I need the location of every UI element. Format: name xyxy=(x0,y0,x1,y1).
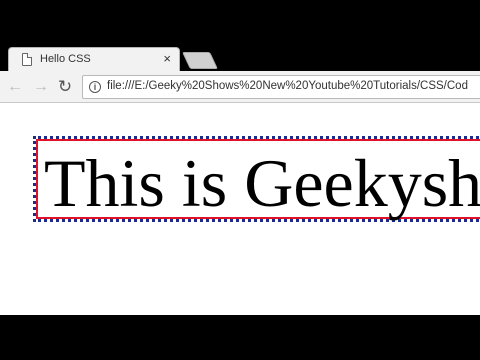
page-heading: This is Geekysh xyxy=(44,145,480,221)
info-icon[interactable]: i xyxy=(89,81,101,93)
forward-arrow-icon[interactable]: → xyxy=(31,77,51,97)
toolbar: ← → ↻ i file:///E:/Geeky%20Shows%20New%2… xyxy=(0,71,480,103)
address-bar[interactable]: i file:///E:/Geeky%20Shows%20New%20Youtu… xyxy=(82,75,480,99)
tab-title: Hello CSS xyxy=(40,53,91,65)
page-content: This is Geekysh xyxy=(0,104,480,315)
heading-outline: This is Geekysh xyxy=(33,136,480,222)
tab-strip: Hello CSS × xyxy=(0,44,480,71)
heading-border: This is Geekysh xyxy=(36,139,480,221)
url-text[interactable]: file:///E:/Geeky%20Shows%20New%20Youtube… xyxy=(107,80,468,92)
document-icon xyxy=(22,53,32,66)
tab-close-icon[interactable]: × xyxy=(163,51,171,66)
tab-hello-css[interactable]: Hello CSS × xyxy=(8,47,180,71)
back-arrow-icon[interactable]: ← xyxy=(5,77,25,97)
browser-window: Hello CSS × ← → ↻ i file:///E:/Geeky%20S… xyxy=(0,44,480,315)
new-tab-button[interactable] xyxy=(182,52,218,69)
reload-icon[interactable]: ↻ xyxy=(55,77,75,97)
